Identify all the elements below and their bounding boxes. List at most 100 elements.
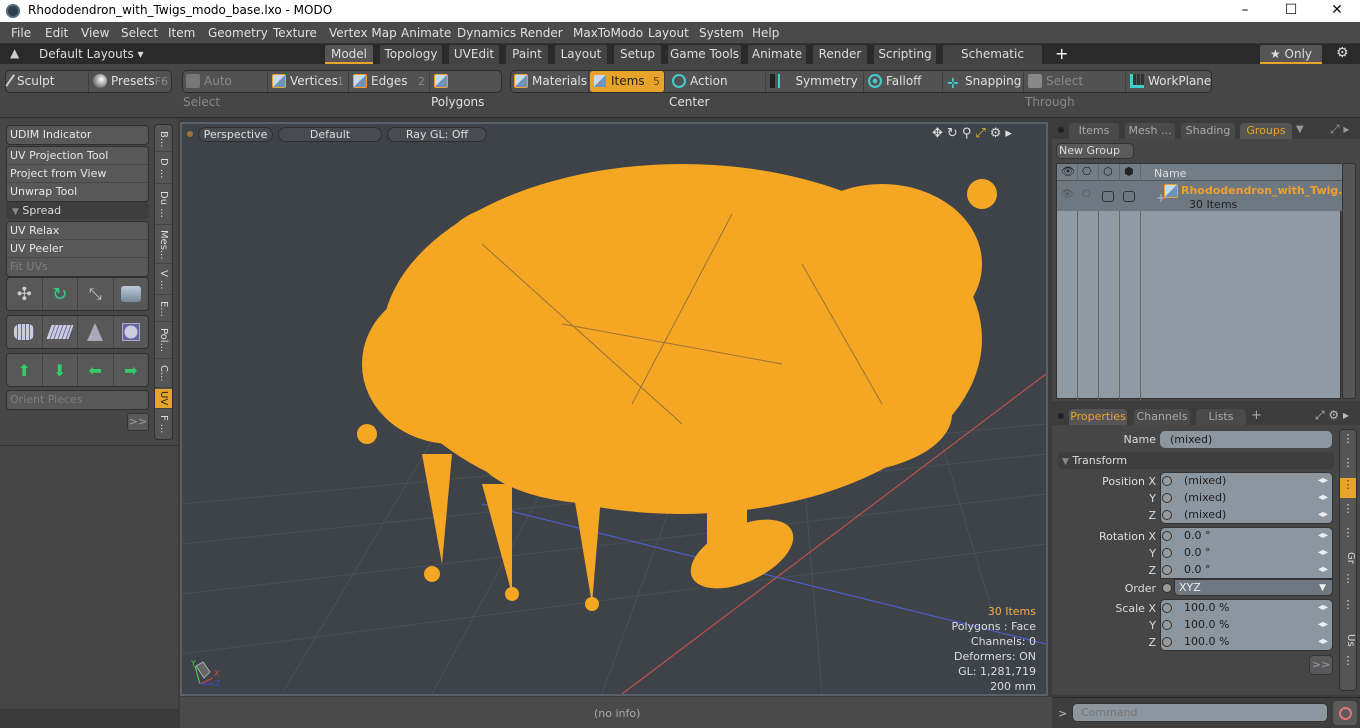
- align-left-button[interactable]: ⬅: [78, 354, 114, 386]
- record-macro-button[interactable]: [1333, 701, 1357, 725]
- name-column-header[interactable]: Name: [1154, 167, 1186, 180]
- groups-scrollbar[interactable]: [1342, 163, 1356, 399]
- scale-x-slider-arrows-icon[interactable]: ◂▸: [1318, 602, 1328, 613]
- render-camera-icon[interactable]: ⎔: [1082, 165, 1092, 178]
- vtab-pol[interactable]: Pol...: [155, 323, 172, 359]
- fit-uvs-button[interactable]: Fit UVs: [7, 258, 148, 276]
- uv-sphere-tool[interactable]: [114, 316, 149, 348]
- side-tab[interactable]: ⋮: [1340, 456, 1356, 476]
- row-select-checkbox[interactable]: [1123, 191, 1135, 202]
- align-right-button[interactable]: ➡: [114, 354, 149, 386]
- edges-button[interactable]: Edges 2: [350, 71, 430, 92]
- position-x-slider-arrows-icon[interactable]: ◂▸: [1318, 475, 1328, 486]
- rotation-y-field[interactable]: 0.0 °: [1174, 545, 1314, 561]
- uv-flip-tool[interactable]: [114, 278, 149, 310]
- zoom-icon[interactable]: ⚲: [962, 126, 976, 141]
- presets-button[interactable]: Presets F6: [90, 71, 172, 92]
- vtab-mesh[interactable]: Mes...: [155, 226, 172, 264]
- tab-layout[interactable]: Layout: [555, 45, 607, 64]
- polygons-button[interactable]: Polygons: [431, 71, 502, 109]
- row-eye-icon[interactable]: 👁: [1061, 189, 1074, 200]
- close-button[interactable]: ✕: [1314, 0, 1360, 22]
- materials-button[interactable]: Materials: [511, 71, 589, 92]
- side-tab[interactable]: ⋮: [1340, 598, 1356, 618]
- menu-edit[interactable]: Edit: [45, 26, 68, 40]
- rhododendron-mesh[interactable]: [357, 164, 997, 611]
- tab-schematic-fusion[interactable]: Schematic Fusion: [943, 45, 1042, 79]
- tabs-dropdown-icon[interactable]: ▼: [1296, 124, 1304, 135]
- expand-panel-icon[interactable]: ⤢ ▸: [1330, 122, 1349, 137]
- scale-z-slider-arrows-icon[interactable]: ◂▸: [1318, 636, 1328, 647]
- minimize-button[interactable]: –: [1222, 0, 1268, 22]
- maximize-button[interactable]: ☐: [1268, 0, 1314, 22]
- side-tab[interactable]: ⋮: [1340, 572, 1356, 592]
- uv-planar-tool[interactable]: [43, 316, 78, 348]
- side-tab-active[interactable]: ⋮: [1340, 478, 1356, 498]
- symmetry-button[interactable]: Symmetry: [767, 71, 864, 92]
- uv-trapezoid-tool[interactable]: [78, 316, 114, 348]
- vtab-f[interactable]: F ...: [155, 410, 172, 439]
- tab-uvedit[interactable]: UVEdit: [449, 45, 499, 64]
- side-tab[interactable]: ⋮: [1340, 526, 1356, 546]
- select-cube-icon[interactable]: ⬢: [1124, 165, 1134, 178]
- tab-groups[interactable]: Groups: [1240, 123, 1292, 139]
- position-z-field[interactable]: (mixed): [1174, 507, 1314, 523]
- position-z-slider-arrows-icon[interactable]: ◂▸: [1318, 509, 1328, 520]
- tab-game-tools[interactable]: Game Tools: [668, 45, 741, 64]
- tab-paint[interactable]: Paint: [506, 45, 548, 64]
- rotation-x-slider-arrows-icon[interactable]: ◂▸: [1318, 530, 1328, 541]
- tab-items[interactable]: Items: [1069, 123, 1119, 139]
- uv-unwrap-shape-tool[interactable]: [7, 316, 43, 348]
- properties-more-button[interactable]: >>: [1309, 655, 1333, 675]
- select-through-button[interactable]: Select Through: [1025, 71, 1126, 109]
- scale-y-keyframe-dot[interactable]: [1162, 620, 1172, 630]
- position-y-field[interactable]: (mixed): [1174, 490, 1314, 506]
- name-field[interactable]: (mixed): [1160, 431, 1332, 448]
- vtab-d[interactable]: D ...: [155, 153, 172, 184]
- group-row[interactable]: 👁 ⎔ + Rhododendron_with_Twig... 30 Items: [1057, 181, 1351, 211]
- add-tab-button[interactable]: +: [1251, 408, 1262, 423]
- vtab-basic[interactable]: B...: [155, 127, 172, 152]
- tab-shading[interactable]: Shading: [1181, 123, 1235, 139]
- uv-rotate-tool[interactable]: ↻: [43, 278, 78, 310]
- command-input[interactable]: [1072, 703, 1328, 722]
- action-center-button[interactable]: Action Center: [669, 71, 766, 109]
- scale-z-keyframe-dot[interactable]: [1162, 637, 1172, 647]
- workplane-button[interactable]: WorkPlane: [1127, 71, 1212, 92]
- tab-mesh[interactable]: Mesh ...: [1125, 123, 1175, 139]
- side-tab[interactable]: ⋮: [1340, 432, 1356, 452]
- menu-vertex-map[interactable]: Vertex Map: [329, 26, 397, 40]
- position-x-field[interactable]: (mixed): [1174, 473, 1314, 489]
- 3d-viewport[interactable]: Perspective Default Ray GL: Off ✥↻⚲⤢⚙▸ 3…: [180, 122, 1048, 696]
- position-z-keyframe-dot[interactable]: [1162, 510, 1172, 520]
- menu-layout[interactable]: Layout: [648, 26, 689, 40]
- tab-properties[interactable]: Properties: [1069, 409, 1127, 425]
- vtab-du[interactable]: Du ...: [155, 185, 172, 225]
- viewport-arrow-icon[interactable]: ▸: [1005, 126, 1016, 141]
- side-tab[interactable]: ⋮: [1340, 502, 1356, 522]
- viewport-canvas[interactable]: [182, 124, 1046, 694]
- only-filter-button[interactable]: ★ Only: [1260, 45, 1322, 64]
- rotation-y-keyframe-dot[interactable]: [1162, 548, 1172, 558]
- align-bottom-button[interactable]: ⬇: [43, 354, 78, 386]
- groups-panel-menu-dot[interactable]: [1058, 127, 1064, 133]
- align-top-button[interactable]: ⬆: [7, 354, 43, 386]
- transform-section[interactable]: ▼ Transform: [1058, 452, 1334, 469]
- pan-icon[interactable]: ✥: [932, 126, 947, 141]
- view-type-dropdown[interactable]: Perspective: [198, 127, 273, 142]
- side-tab[interactable]: ⋮: [1340, 654, 1356, 674]
- menu-select[interactable]: Select: [121, 26, 158, 40]
- rotation-z-slider-arrows-icon[interactable]: ◂▸: [1318, 564, 1328, 575]
- rotation-z-keyframe-dot[interactable]: [1162, 565, 1172, 575]
- vtab-c[interactable]: C...: [155, 360, 172, 388]
- menu-texture[interactable]: Texture: [273, 26, 317, 40]
- snapping-button[interactable]: ✛ Snapping: [944, 71, 1024, 92]
- menu-system[interactable]: System: [699, 26, 744, 40]
- visibility-eye-icon[interactable]: 👁: [1061, 165, 1075, 178]
- menu-file[interactable]: File: [11, 26, 31, 40]
- spread-section[interactable]: ▼ Spread: [6, 202, 149, 219]
- position-y-keyframe-dot[interactable]: [1162, 493, 1172, 503]
- shading-dropdown[interactable]: Default: [278, 127, 382, 142]
- menu-item[interactable]: Item: [168, 26, 195, 40]
- orbit-icon[interactable]: ↻: [947, 126, 962, 141]
